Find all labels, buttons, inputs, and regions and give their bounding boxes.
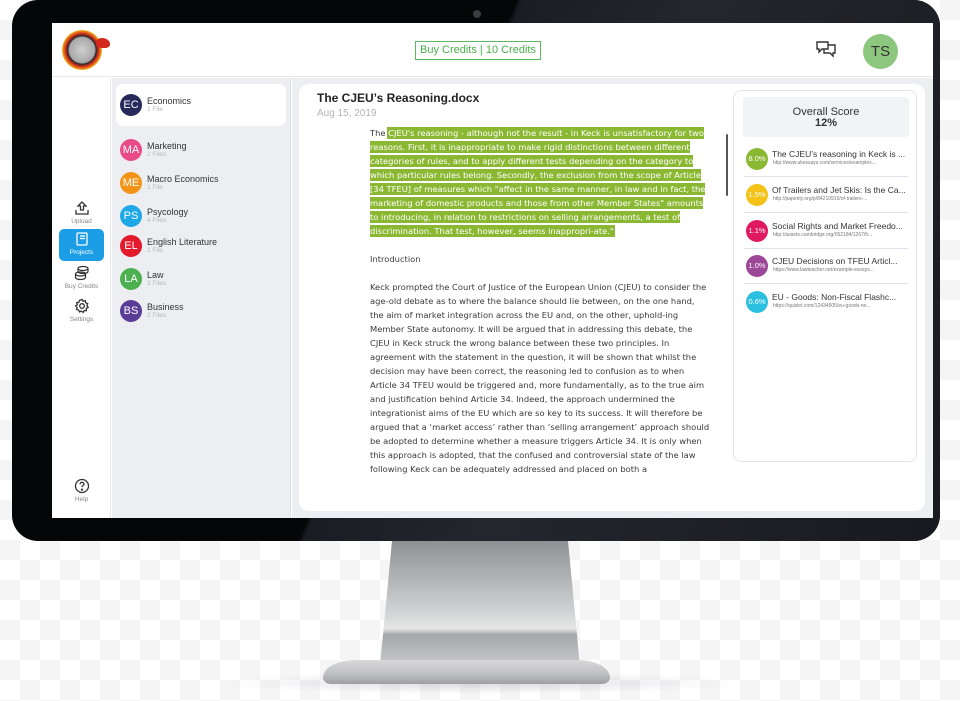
project-badge: LA bbox=[120, 268, 142, 290]
match-title: CJEU Decisions on TFEU Articl... bbox=[772, 256, 898, 266]
coins-icon bbox=[74, 265, 89, 281]
project-file-count: 3 Files bbox=[147, 280, 167, 287]
project-name: Business bbox=[147, 302, 184, 312]
document-date: Aug 15, 2019 bbox=[317, 108, 377, 119]
project-item[interactable]: EC Economics 1 File bbox=[116, 84, 286, 126]
match-percent: 0.6% bbox=[746, 291, 768, 313]
nav-label: Upload bbox=[71, 218, 92, 225]
project-name: Economics bbox=[147, 96, 192, 106]
monitor-stand-neck bbox=[380, 541, 580, 666]
nav-item-upload[interactable]: Upload bbox=[59, 198, 104, 230]
document-area: The CJEU’s Reasoning.docx Aug 15, 2019 1… bbox=[292, 78, 933, 518]
match-url[interactable]: http://assets.cambridge.org/052184/1267/… bbox=[773, 232, 872, 238]
source-match[interactable]: 8.0% The CJEU’s reasoning in Keck is ... h… bbox=[744, 142, 908, 177]
match-percent: 1.5% bbox=[746, 184, 768, 206]
overall-score-value: 12% bbox=[814, 117, 838, 129]
project-file-count: 1 File bbox=[147, 184, 163, 191]
source-match[interactable]: 1.5% Of Trailers and Jet Skis: Is the Ca.… bbox=[744, 178, 908, 213]
project-item[interactable]: BS Business 2 Files bbox=[116, 290, 286, 332]
app-screen: Buy Credits | 10 Credits TS Upload Proje… bbox=[52, 23, 933, 518]
project-name: English Literature bbox=[147, 237, 218, 247]
project-name: Law bbox=[147, 270, 164, 280]
match-title: Social Rights and Market Freedo... bbox=[772, 221, 903, 231]
source-match[interactable]: 1.1% Social Rights and Market Freedo... ht… bbox=[744, 214, 908, 249]
projects-list: EC Economics 1 File MA Marketing 2 Files ME Mac… bbox=[112, 78, 291, 518]
source-match[interactable]: 1.0% CJEU Decisions on TFEU Articl... http… bbox=[744, 249, 908, 284]
nav-label: Settings bbox=[69, 316, 94, 323]
logo[interactable] bbox=[62, 30, 110, 70]
project-badge: ME bbox=[120, 172, 142, 194]
user-avatar[interactable]: TS bbox=[863, 34, 898, 69]
score-panel: Overall Score 12% 8.0% The CJEU’s reasoni… bbox=[733, 90, 917, 462]
project-badge: PS bbox=[120, 205, 142, 227]
match-url[interactable]: https://quizlet.com/12434605/eu-goods-no… bbox=[773, 303, 871, 309]
quote-prefix: The bbox=[370, 128, 389, 138]
help-icon bbox=[74, 478, 89, 494]
match-title: Of Trailers and Jet Skis: Is the Ca... bbox=[772, 185, 906, 195]
match-percent: 8.0% bbox=[746, 148, 768, 170]
nav-label: Buy Credits bbox=[64, 283, 99, 290]
buy-credits-button[interactable]: Buy Credits | 10 Credits bbox=[415, 41, 541, 60]
gear-icon bbox=[73, 298, 89, 314]
plagiarism-highlight[interactable]: CJEU's reasoning - although not the resu… bbox=[370, 128, 706, 236]
project-badge: EC bbox=[120, 94, 142, 116]
upload-icon bbox=[74, 201, 89, 215]
nav-label: Help bbox=[74, 496, 89, 503]
monitor-stand-base bbox=[323, 660, 610, 684]
nav-item-help[interactable]: Help bbox=[59, 476, 104, 508]
match-url[interactable]: http://paperity.org/p/84210910/of-traile… bbox=[773, 196, 867, 202]
match-title: EU - Goods: Non-Fiscal Flashc... bbox=[772, 292, 897, 302]
project-name: Marketing bbox=[147, 141, 187, 151]
scrollbar-thumb[interactable] bbox=[726, 134, 728, 196]
monitor-bezel: Buy Credits | 10 Credits TS Upload Proje… bbox=[12, 0, 940, 541]
nav-item-buy-credits[interactable]: Buy Credits bbox=[59, 263, 104, 295]
top-bar: Buy Credits | 10 Credits TS bbox=[52, 23, 933, 77]
left-nav: Upload Projects Buy Credits Settings Hel… bbox=[52, 78, 111, 518]
match-percent: 1.1% bbox=[746, 220, 768, 242]
overall-score: Overall Score 12% bbox=[743, 97, 909, 137]
match-url[interactable]: http://www.ukessays.com/services/example… bbox=[773, 160, 876, 166]
book-icon bbox=[75, 232, 88, 246]
match-percent: 1.0% bbox=[746, 255, 768, 277]
project-file-count: 4 Files bbox=[147, 217, 167, 224]
document-text: The CJEU's reasoning - although not the … bbox=[370, 126, 710, 511]
project-file-count: 1 File bbox=[147, 247, 163, 254]
nav-item-settings[interactable]: Settings bbox=[59, 296, 104, 328]
document-title: The CJEU’s Reasoning.docx bbox=[317, 91, 480, 105]
chat-icon[interactable] bbox=[815, 40, 837, 60]
project-name: Psycology bbox=[147, 207, 189, 217]
section-heading: Introduction bbox=[370, 254, 421, 264]
nav-label: Projects bbox=[69, 249, 94, 256]
project-name: Macro Economics bbox=[147, 174, 219, 184]
project-file-count: 2 Files bbox=[147, 312, 167, 319]
match-title: The CJEU’s reasoning in Keck is ... bbox=[772, 149, 906, 159]
project-badge: MA bbox=[120, 139, 142, 161]
body-paragraph: Keck prompted the Court of Justice of th… bbox=[370, 282, 710, 474]
project-file-count: 1 File bbox=[147, 106, 163, 113]
project-badge: BS bbox=[120, 300, 142, 322]
project-file-count: 2 Files bbox=[147, 151, 167, 158]
match-url[interactable]: https://www.lawteacher.net/example-essay… bbox=[773, 267, 874, 273]
nav-item-projects[interactable]: Projects bbox=[59, 229, 104, 261]
highlighted-quote: The CJEU's reasoning - although not the … bbox=[370, 126, 710, 238]
source-match[interactable]: 0.6% EU - Goods: Non-Fiscal Flashc... http… bbox=[744, 285, 908, 320]
camera-icon bbox=[473, 10, 481, 18]
document-card: The CJEU’s Reasoning.docx Aug 15, 2019 1… bbox=[299, 84, 925, 511]
project-badge: EL bbox=[120, 235, 142, 257]
